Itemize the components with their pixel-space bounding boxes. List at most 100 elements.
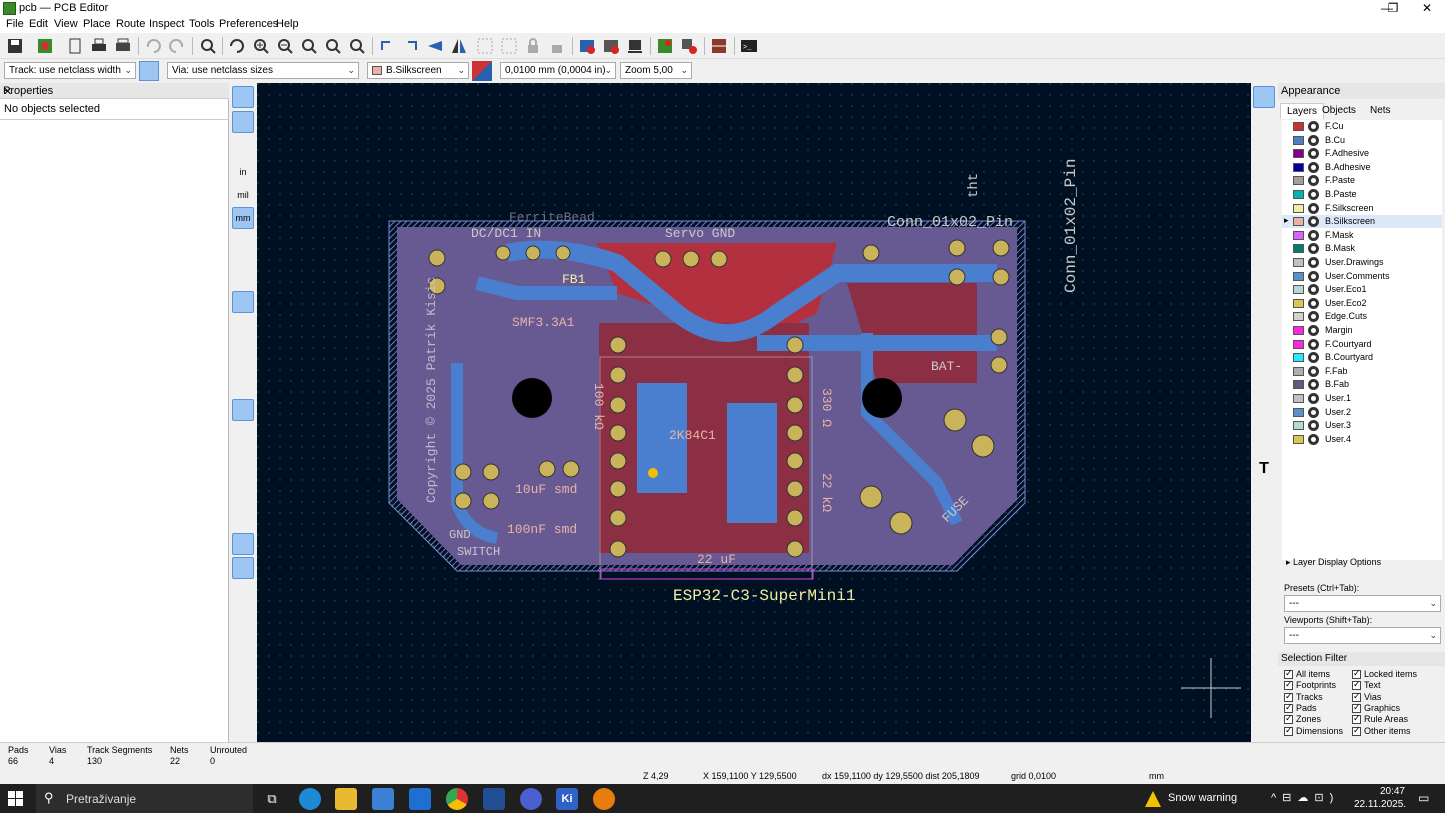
- layer-row-f-silkscreen[interactable]: F.Silkscreen: [1282, 202, 1442, 215]
- flip-icon[interactable]: [424, 35, 446, 57]
- grid-visibility-icon[interactable]: [232, 86, 254, 108]
- scripting-console-icon[interactable]: >_: [738, 35, 760, 57]
- outlook-icon[interactable]: [409, 788, 431, 810]
- store-icon[interactable]: [372, 788, 394, 810]
- filter-checkbox[interactable]: [1352, 702, 1361, 713]
- layer-color-swatch[interactable]: [1293, 271, 1304, 281]
- filter-checkbox[interactable]: [1352, 668, 1361, 679]
- filter-checkbox[interactable]: [1352, 679, 1361, 691]
- add-image-icon[interactable]: [1253, 436, 1275, 458]
- pad-outline-icon[interactable]: [232, 454, 254, 476]
- tab-objects[interactable]: Objects: [1316, 103, 1362, 119]
- layer-row-user-drawings[interactable]: User.Drawings: [1282, 256, 1442, 269]
- layer-row-user-eco2[interactable]: User.Eco2: [1282, 297, 1442, 310]
- visibility-eye-icon[interactable]: [1308, 243, 1319, 255]
- filter-checkbox[interactable]: [1352, 691, 1361, 702]
- layer-display-options-toggle[interactable]: ▸ Layer Display Options: [1286, 557, 1381, 568]
- add-footprint-icon[interactable]: [1253, 140, 1275, 162]
- visibility-eye-icon[interactable]: [1308, 365, 1319, 377]
- set-origin-icon[interactable]: [1253, 586, 1275, 608]
- inches-icon[interactable]: in: [232, 161, 254, 183]
- layer-row-b-courtyard[interactable]: B.Courtyard: [1282, 351, 1442, 364]
- layer-row-user-eco1[interactable]: User.Eco1: [1282, 283, 1442, 296]
- layer-color-swatch[interactable]: [1293, 380, 1304, 390]
- layer-color-swatch[interactable]: [1293, 217, 1304, 227]
- add-text-icon[interactable]: T: [1253, 460, 1275, 482]
- save-icon[interactable]: [4, 35, 26, 57]
- route-track-icon[interactable]: [1253, 165, 1275, 187]
- mirror-icon[interactable]: [448, 35, 470, 57]
- visibility-eye-icon[interactable]: [1308, 284, 1319, 296]
- visibility-eye-icon[interactable]: [1308, 189, 1319, 200]
- draw-rectangle-icon[interactable]: [1253, 340, 1275, 362]
- new-page-icon[interactable]: [64, 35, 86, 57]
- presets-select[interactable]: --- ⌄: [1284, 595, 1441, 612]
- clock-time[interactable]: 20:47: [1369, 786, 1405, 797]
- layer-color-swatch[interactable]: [1293, 190, 1304, 199]
- layer-color-swatch[interactable]: [1293, 421, 1304, 431]
- restore-icon[interactable]: ❐: [1376, 0, 1410, 17]
- layer-color-swatch[interactable]: [1293, 312, 1304, 322]
- visibility-eye-icon[interactable]: [1308, 270, 1319, 282]
- active-layer-select[interactable]: B.Silkscreen ⌄: [367, 62, 469, 79]
- layer-color-swatch[interactable]: [1293, 394, 1304, 403]
- weather-warning-icon[interactable]: [1145, 791, 1161, 807]
- measure-tool-icon[interactable]: [1253, 610, 1275, 632]
- layer-row-f-mask[interactable]: F.Mask: [1282, 229, 1442, 242]
- visibility-eye-icon[interactable]: [1308, 338, 1319, 350]
- layer-color-swatch[interactable]: [1293, 258, 1304, 267]
- layer-color-swatch[interactable]: [1293, 339, 1304, 349]
- rotate-cw-icon[interactable]: [400, 35, 422, 57]
- net-colors-icon[interactable]: [232, 345, 254, 367]
- visibility-eye-icon[interactable]: [1308, 121, 1319, 132]
- layer-row-edge-cuts[interactable]: Edge.Cuts: [1282, 310, 1442, 323]
- redo-icon[interactable]: [166, 35, 188, 57]
- visibility-eye-icon[interactable]: [1308, 406, 1319, 418]
- chrome-icon[interactable]: [446, 788, 468, 810]
- millimeters-icon[interactable]: mm: [232, 207, 254, 229]
- layer-color-swatch[interactable]: [1293, 203, 1304, 213]
- layer-color-swatch[interactable]: [1293, 298, 1304, 308]
- local-ratsnest-icon[interactable]: [1253, 111, 1275, 133]
- filter-checkbox[interactable]: [1284, 691, 1293, 702]
- draw-arc-icon[interactable]: [1253, 316, 1275, 338]
- zoom-in-icon[interactable]: [250, 35, 272, 57]
- visibility-eye-icon[interactable]: [1308, 393, 1319, 404]
- delete-tool-icon[interactable]: [1253, 556, 1275, 578]
- add-zone-icon[interactable]: [1253, 238, 1275, 260]
- zoom-fit-icon[interactable]: [298, 35, 320, 57]
- draw-polygon-icon[interactable]: [1253, 388, 1275, 410]
- rotate-ccw-icon[interactable]: [376, 35, 398, 57]
- visibility-eye-icon[interactable]: [1308, 325, 1319, 336]
- close-icon[interactable]: ✕: [3, 85, 225, 98]
- layer-row-user-2[interactable]: User.2: [1282, 406, 1442, 419]
- visibility-eye-icon[interactable]: [1308, 379, 1319, 391]
- pcb-canvas[interactable]: ESP32-C3-SuperMini1 Conn_01x02_Pin Conn_…: [257, 83, 1251, 742]
- layer-row-b-silkscreen[interactable]: B.Silkscreen ▸: [1282, 215, 1442, 229]
- layer-color-swatch[interactable]: [1293, 230, 1304, 240]
- layer-color-swatch[interactable]: [1293, 176, 1304, 186]
- polar-coords-icon[interactable]: [232, 136, 254, 158]
- plot-icon[interactable]: [112, 35, 134, 57]
- properties-toggle-icon[interactable]: [232, 557, 254, 579]
- close-window-button[interactable]: ✕: [1410, 0, 1444, 17]
- footprint-editor-icon[interactable]: [576, 35, 598, 57]
- zoom-selection-icon[interactable]: [346, 35, 368, 57]
- edge-browser-icon[interactable]: [299, 788, 321, 810]
- layer-color-swatch[interactable]: [1293, 285, 1304, 295]
- visibility-eye-icon[interactable]: [1308, 161, 1319, 173]
- visibility-eye-icon[interactable]: [1308, 420, 1319, 432]
- visibility-eye-icon[interactable]: [1308, 202, 1319, 214]
- filter-checkbox[interactable]: [1352, 725, 1361, 736]
- auto-track-width-icon[interactable]: [139, 61, 159, 81]
- layer-row-b-fab[interactable]: B.Fab: [1282, 378, 1442, 391]
- layer-row-f-cu[interactable]: F.Cu: [1282, 120, 1442, 133]
- add-textbox-icon[interactable]: [1253, 484, 1275, 506]
- layer-row-b-adhesive[interactable]: B.Adhesive: [1282, 161, 1442, 174]
- layer-row-user-comments[interactable]: User.Comments: [1282, 270, 1442, 283]
- group-icon[interactable]: [474, 35, 496, 57]
- grid-overrides-icon[interactable]: [232, 111, 254, 133]
- kicad-taskbar-icon[interactable]: Ki: [556, 788, 578, 810]
- viewports-select[interactable]: --- ⌄: [1284, 627, 1441, 644]
- layer-color-swatch[interactable]: [1293, 326, 1304, 335]
